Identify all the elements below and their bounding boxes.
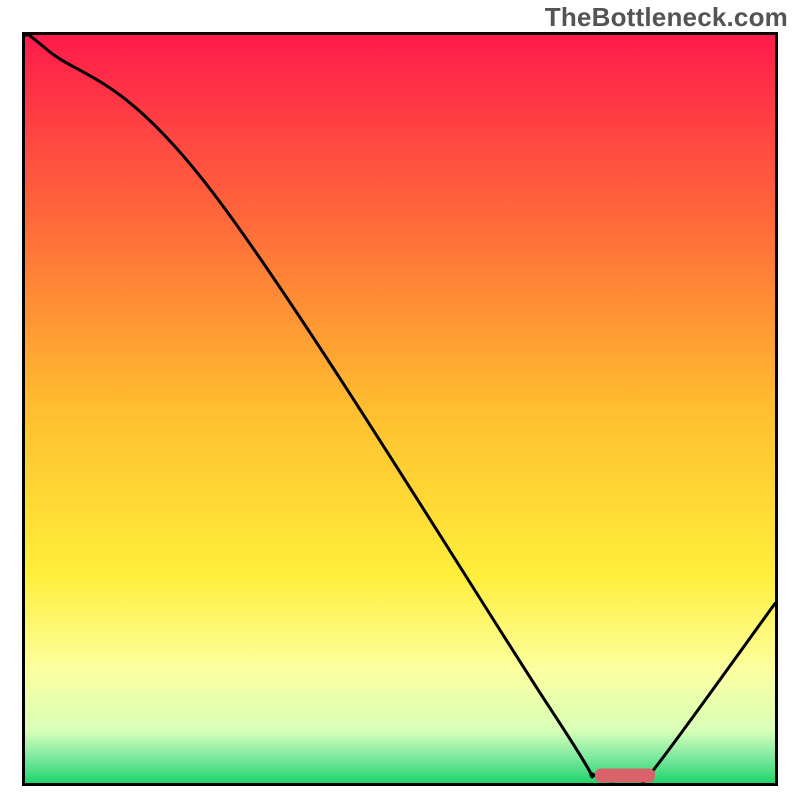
chart-svg <box>22 32 778 786</box>
plot-frame <box>22 32 778 786</box>
chart-container: TheBottleneck.com <box>0 0 800 800</box>
watermark-text: TheBottleneck.com <box>545 2 788 33</box>
plot-background <box>25 35 775 783</box>
optimal-region-marker <box>595 769 655 783</box>
